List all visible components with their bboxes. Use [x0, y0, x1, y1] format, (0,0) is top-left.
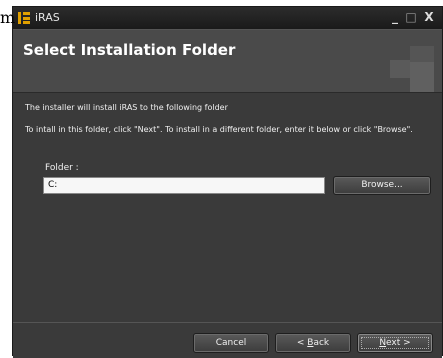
focus-ring: [361, 337, 429, 349]
description-line-1: The installer will install iRAS to the f…: [25, 103, 228, 112]
folder-input[interactable]: C:: [43, 177, 325, 194]
folder-label: Folder :: [45, 163, 79, 173]
content-area: The installer will install iRAS to the f…: [13, 93, 442, 318]
stray-text: m: [0, 8, 16, 27]
header-banner: Select Installation Folder: [13, 30, 442, 93]
back-label-rest: ack: [313, 338, 330, 348]
maximize-icon[interactable]: □: [404, 10, 418, 24]
minimize-icon[interactable]: _: [388, 10, 402, 24]
header-logo-icon: [390, 46, 436, 96]
back-label-prefix: <: [296, 338, 308, 348]
cancel-button[interactable]: Cancel: [193, 333, 269, 353]
app-icon: [17, 10, 31, 26]
back-button[interactable]: < Back: [275, 333, 351, 353]
page-title: Select Installation Folder: [23, 41, 236, 59]
next-button[interactable]: Next >: [357, 333, 433, 353]
window-title: iRAS: [35, 11, 60, 24]
footer: Cancel < Back Next >: [13, 322, 442, 358]
browse-button[interactable]: Browse...: [333, 176, 431, 195]
close-icon[interactable]: X: [422, 10, 436, 24]
description-line-2: To intall in this folder, click "Next". …: [25, 125, 413, 134]
title-bar[interactable]: iRAS _ □ X: [13, 7, 442, 30]
installer-window: iRAS _ □ X Select Installation Folder Th…: [12, 6, 443, 358]
